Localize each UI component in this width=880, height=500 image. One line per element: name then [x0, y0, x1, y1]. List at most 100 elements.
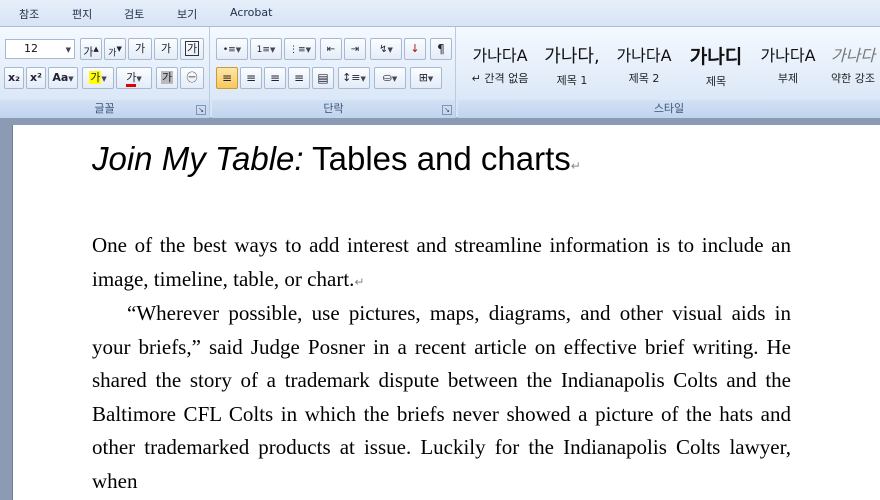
font-size-box[interactable]: 12 ▼	[5, 39, 75, 59]
multilevel-list-button[interactable]: ⋮≡▼	[284, 38, 316, 60]
style-name: 제목 1	[556, 74, 588, 87]
style-name: ↵ 간격 없음	[471, 72, 529, 85]
char-border-label: 가	[184, 41, 200, 56]
style-subtitle[interactable]: 가나다A 부제	[754, 36, 822, 94]
dialog-launcher-icon[interactable]: ↘	[196, 105, 206, 115]
sort-icon: ↓	[410, 42, 420, 55]
paragraph-quote: “Wherever possible, use pictures, maps, …	[92, 297, 791, 499]
paragraph-mark-icon: ↵	[354, 274, 365, 289]
font-size-value: 12	[24, 42, 38, 55]
enclosed-char-label: 가	[160, 42, 172, 55]
align-center-icon: ≡	[245, 71, 257, 85]
style-heading-2[interactable]: 가나다A 제목 2	[610, 36, 678, 94]
style-sample: 가나다A	[472, 46, 528, 65]
ribbon-tab-bar: 참조 편지 검토 보기 Acrobat	[0, 0, 880, 27]
paragraph-group: •≡▼ 1≡▼ ⋮≡▼ ⇤ ⇥ ↯▼ ↓ ¶ ≡ ≡ ≡ ≡ ▤ ↕≡▼ ⛀▼ …	[212, 27, 456, 118]
outdent-icon: ⇤	[326, 44, 336, 55]
style-heading-1[interactable]: 가나다, 제목 1	[538, 36, 606, 94]
highlight-label: 가	[89, 71, 102, 84]
style-subtle-emphasis[interactable]: 가나다 약한 강조	[826, 36, 880, 94]
bullet-list-icon: •≡	[222, 45, 236, 55]
multilevel-list-icon: ⋮≡	[289, 45, 306, 55]
enclose-char-label: ㊀	[186, 71, 198, 84]
styles-group-label: 스타일	[458, 100, 880, 118]
asian-layout-button[interactable]: ↯▼	[370, 38, 402, 60]
line-spacing-icon: ↕≡	[342, 71, 361, 84]
document-page[interactable]: Join My Table: Tables and charts↵ One of…	[12, 125, 880, 500]
decrease-indent-button[interactable]: ⇤	[320, 38, 342, 60]
document-workspace: Join My Table: Tables and charts↵ One of…	[0, 118, 880, 500]
numbered-list-icon: 1≡	[256, 45, 270, 55]
paint-bucket-icon: ⛀	[382, 71, 392, 84]
change-case-button[interactable]: Aa▼	[48, 67, 78, 89]
align-right-button[interactable]: ≡	[264, 67, 286, 89]
char-border-button[interactable]: 가	[180, 38, 204, 60]
distribute-button[interactable]: ▤	[312, 67, 334, 89]
increase-indent-button[interactable]: ⇥	[344, 38, 366, 60]
pilcrow-icon: ¶	[437, 42, 445, 56]
paragraph-intro: One of the best ways to add interest and…	[92, 229, 791, 299]
chevron-down-icon: ▼	[427, 75, 434, 83]
borders-button[interactable]: ⊞▼	[410, 67, 442, 89]
indent-icon: ⇥	[350, 44, 360, 55]
superscript-button[interactable]: x²	[26, 67, 46, 89]
highlight-button[interactable]: 가▼	[82, 67, 114, 89]
font-group-label: 글꼴	[0, 100, 209, 118]
chevron-down-icon: ▼	[136, 75, 142, 83]
char-shading-label: 가	[160, 71, 174, 84]
border-grid-icon: ⊞	[418, 71, 428, 84]
grow-font-button[interactable]: 가▲	[80, 38, 102, 60]
shading-button[interactable]: ⛀▼	[374, 67, 406, 89]
font-color-button[interactable]: 가▼	[116, 67, 152, 89]
style-title[interactable]: 가나디 제목	[682, 36, 750, 94]
change-case-label: Aa	[52, 71, 69, 84]
style-name: 제목	[705, 75, 727, 88]
sort-button[interactable]: ↓	[404, 38, 426, 60]
chevron-down-icon: ▼	[235, 46, 242, 54]
tab-mailings[interactable]: 편지	[72, 6, 92, 22]
style-no-spacing[interactable]: 가나다A ↵ 간격 없음	[466, 36, 534, 94]
style-name: 부제	[777, 72, 799, 85]
show-marks-button[interactable]: ¶	[430, 38, 452, 60]
align-left-icon: ≡	[221, 71, 233, 85]
justify-button[interactable]: ≡	[288, 67, 310, 89]
dialog-launcher-icon[interactable]: ↘	[442, 105, 452, 115]
numbering-button[interactable]: 1≡▼	[250, 38, 282, 60]
line-spacing-button[interactable]: ↕≡▼	[338, 67, 370, 89]
align-left-button[interactable]: ≡	[216, 67, 238, 89]
subscript-button[interactable]: x₂	[4, 67, 24, 89]
shrink-font-button[interactable]: 가▼	[104, 38, 126, 60]
justify-icon: ≡	[293, 71, 305, 85]
title-italic: Join My Table:	[92, 140, 304, 177]
paragraph-quote-text: “Wherever possible, use pictures, maps, …	[92, 301, 791, 493]
tab-references[interactable]: 참조	[19, 6, 39, 22]
tab-review[interactable]: 검토	[124, 6, 144, 22]
chevron-down-icon[interactable]: ▼	[66, 41, 71, 59]
distribute-icon: ▤	[317, 71, 329, 85]
char-shading-button[interactable]: 가	[156, 67, 178, 89]
chevron-down-icon: ▼	[387, 46, 393, 54]
chevron-down-icon: ▼	[391, 75, 398, 83]
chevron-down-icon: ▼	[360, 75, 366, 83]
style-sample: 가나다,	[544, 46, 600, 67]
superscript-label: x²	[30, 71, 42, 84]
font-group: 12 ▼ 가▲ 가▼ 가 가 가 x₂ x² Aa▼ 가▼ 가▼ 가 ㊀ 글꼴 …	[0, 27, 210, 118]
title-rest: Tables and charts	[303, 140, 571, 177]
phonetic-guide-button[interactable]: 가	[128, 38, 152, 60]
align-center-button[interactable]: ≡	[240, 67, 262, 89]
tab-acrobat[interactable]: Acrobat	[230, 6, 272, 19]
style-sample: 가나다A	[616, 46, 672, 65]
chevron-down-icon: ▼	[101, 75, 107, 83]
document-title: Join My Table: Tables and charts↵	[92, 140, 581, 178]
enclose-char-button[interactable]: ㊀	[180, 67, 204, 89]
bullets-button[interactable]: •≡▼	[216, 38, 248, 60]
paragraph-group-label: 단락	[212, 100, 455, 118]
paragraph-intro-text: One of the best ways to add interest and…	[92, 233, 791, 291]
styles-group: 가나다A ↵ 간격 없음 가나다, 제목 1 가나다A 제목 2 가나디 제목 …	[458, 27, 880, 118]
ribbon: 12 ▼ 가▲ 가▼ 가 가 가 x₂ x² Aa▼ 가▼ 가▼ 가 ㊀ 글꼴 …	[0, 27, 880, 118]
style-name: 제목 2	[628, 72, 660, 85]
style-sample: 가나다A	[760, 46, 816, 65]
subscript-label: x₂	[8, 71, 20, 84]
enclosed-char-button[interactable]: 가	[154, 38, 178, 60]
tab-view[interactable]: 보기	[177, 6, 197, 22]
